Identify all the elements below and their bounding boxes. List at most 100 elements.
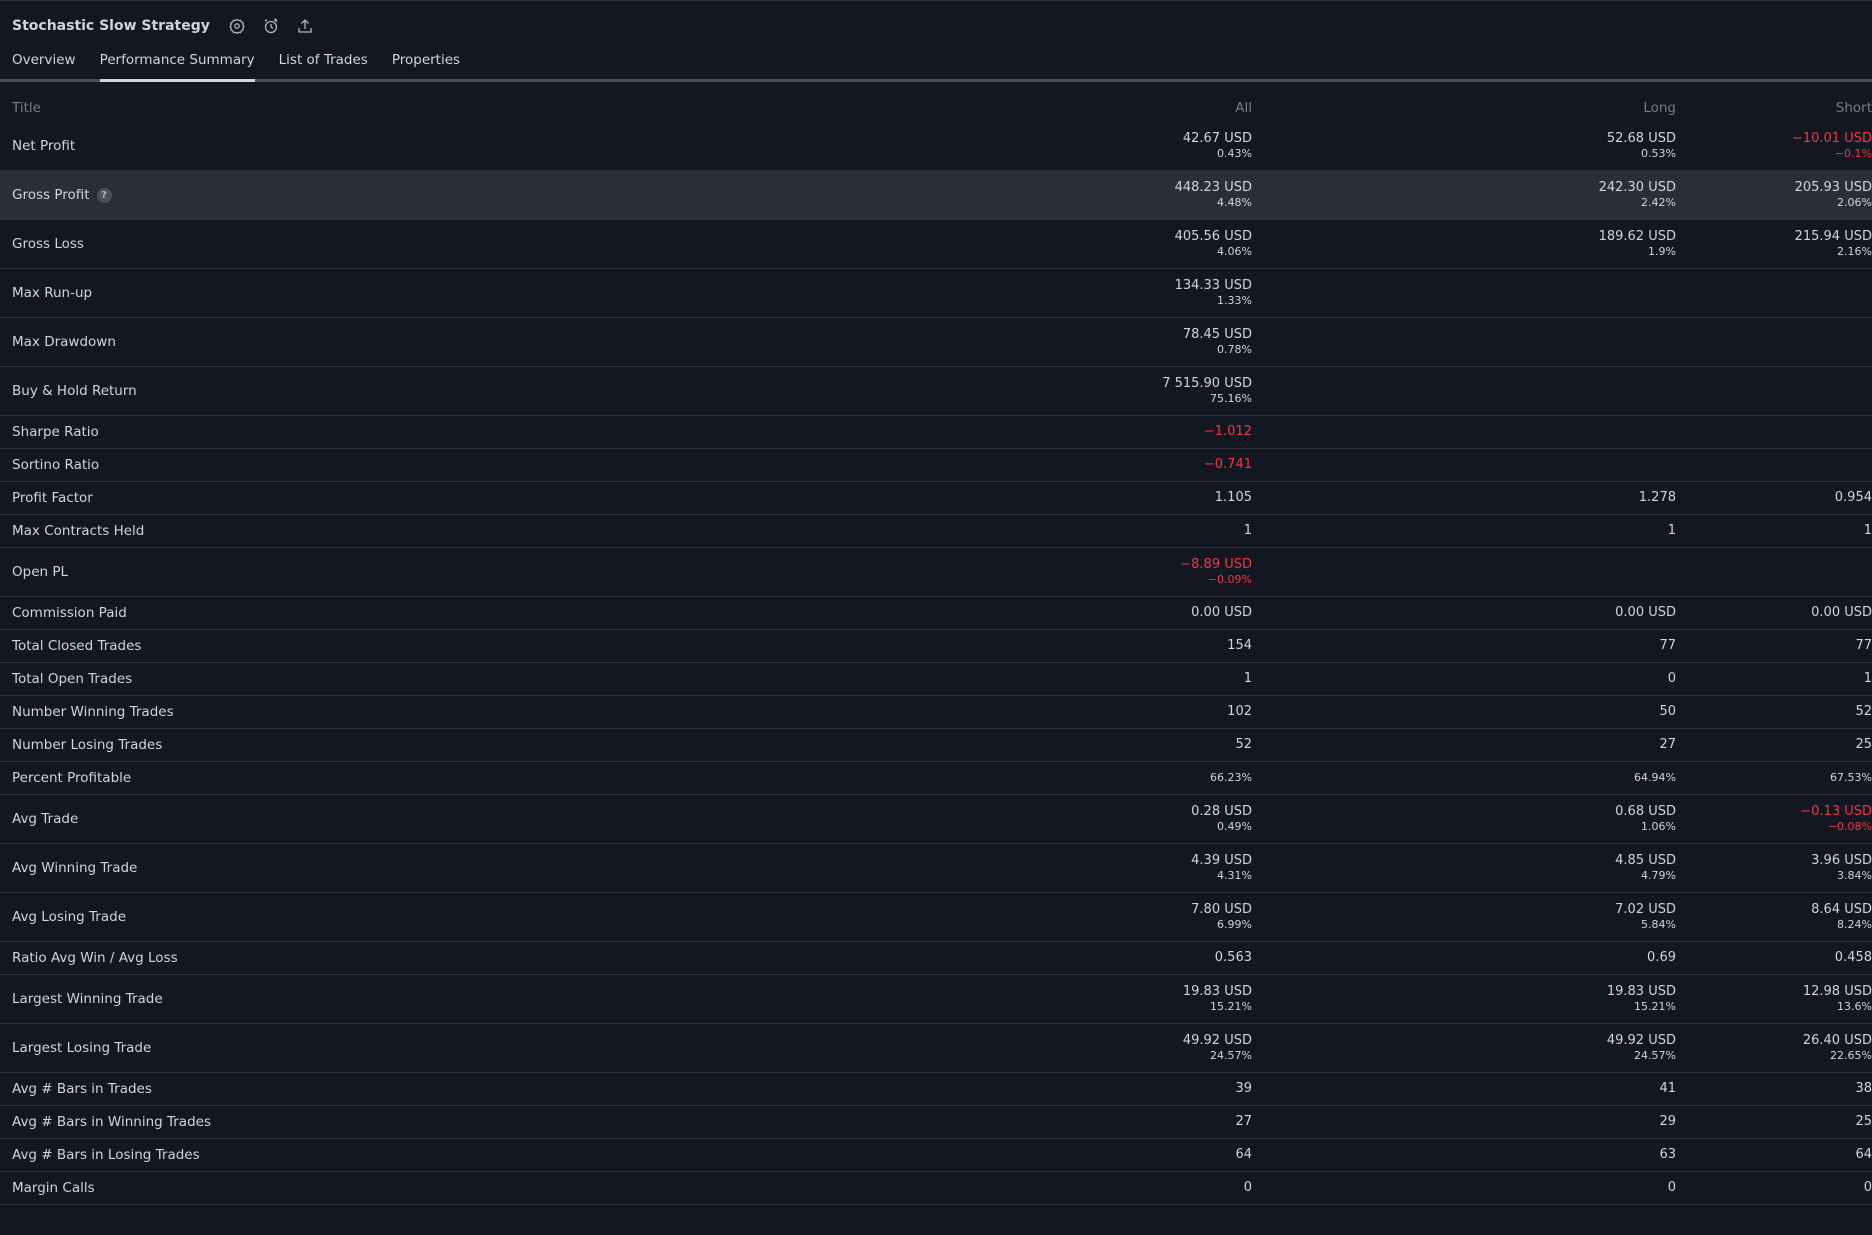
row-title-label: Number Losing Trades	[12, 737, 163, 753]
table-row[interactable]: Percent Profitable 66.23% 64.94% 67.53%	[0, 762, 1872, 795]
table-row[interactable]: Max Drawdown 78.45 USD 0.78%	[0, 318, 1872, 367]
cell-long: 41	[1252, 1081, 1676, 1097]
cell-all-percent: 15.21%	[1210, 1000, 1252, 1013]
cell-all-percent: 0.43%	[1217, 147, 1252, 160]
strategy-header: Stochastic Slow Strategy	[0, 0, 1872, 51]
row-title: Commission Paid	[12, 605, 828, 621]
cell-all: 0	[828, 1180, 1252, 1196]
cell-all-value: 7.80 USD	[1191, 902, 1252, 917]
row-title-label: Total Open Trades	[12, 671, 133, 687]
tab-performance-summary[interactable]: Performance Summary	[99, 51, 255, 82]
cell-long: 19.83 USD 15.21%	[1252, 984, 1676, 1014]
table-row[interactable]: Number Losing Trades 52 27 25	[0, 729, 1872, 762]
table-row[interactable]: Commission Paid 0.00 USD 0.00 USD 0.00 USD	[0, 597, 1872, 630]
cell-all-percent: −0.09%	[1207, 573, 1252, 586]
table-row[interactable]: Net Profit 42.67 USD 0.43% 52.68 USD 0.53% −1…	[0, 122, 1872, 171]
cell-all-percent: 4.48%	[1217, 196, 1252, 209]
cell-long: 0.69	[1252, 950, 1676, 966]
table-row[interactable]: Buy & Hold Return 7 515.90 USD 75.16%	[0, 367, 1872, 416]
row-title: Buy & Hold Return	[12, 383, 828, 399]
table-row[interactable]: Avg Winning Trade 4.39 USD 4.31% 4.85 USD 4.…	[0, 844, 1872, 893]
row-title-label: Commission Paid	[12, 605, 127, 621]
cell-short-value: −0.13 USD	[1800, 804, 1872, 819]
settings-icon[interactable]	[226, 15, 248, 37]
row-title-label: Largest Losing Trade	[12, 1040, 152, 1056]
table-header-row: Title All Long Short	[0, 94, 1872, 122]
table-row[interactable]: Largest Losing Trade 49.92 USD 24.57% 49.92…	[0, 1024, 1872, 1073]
tab-properties[interactable]: Properties	[392, 51, 460, 79]
cell-long: 189.62 USD 1.9%	[1252, 229, 1676, 259]
cell-short-value: 1	[1863, 671, 1872, 686]
table-row[interactable]: Number Winning Trades 102 50 52	[0, 696, 1872, 729]
cell-short-percent: 22.65%	[1830, 1049, 1872, 1062]
table-row[interactable]: Gross Loss 405.56 USD 4.06% 189.62 USD 1.9% 2…	[0, 220, 1872, 269]
strategy-title: Stochastic Slow Strategy	[12, 18, 210, 34]
cell-long-value: 19.83 USD	[1606, 984, 1676, 999]
row-title-label: Largest Winning Trade	[12, 991, 163, 1007]
cell-all-value: 102	[1227, 704, 1252, 719]
cell-all: 19.83 USD 15.21%	[828, 984, 1252, 1014]
table-row[interactable]: Max Contracts Held 1 1 1	[0, 515, 1872, 548]
row-title-label: Buy & Hold Return	[12, 383, 137, 399]
cell-all-value: 448.23 USD	[1174, 180, 1252, 195]
cell-all-percent: 4.06%	[1217, 245, 1252, 258]
row-title: Largest Winning Trade	[12, 991, 828, 1007]
cell-long-value: 4.85 USD	[1615, 853, 1676, 868]
tab-overview[interactable]: Overview	[12, 51, 76, 79]
table-row[interactable]: Profit Factor 1.105 1.278 0.954	[0, 482, 1872, 515]
cell-long-value: 0	[1667, 1180, 1676, 1195]
cell-all-percent: 4.31%	[1217, 869, 1252, 882]
table-row[interactable]: Largest Winning Trade 19.83 USD 15.21% 19.8…	[0, 975, 1872, 1024]
row-title-label: Avg Trade	[12, 811, 79, 827]
cell-short: 0.954	[1676, 490, 1872, 506]
row-title-label: Max Run-up	[12, 285, 93, 301]
table-row[interactable]: Avg Losing Trade 7.80 USD 6.99% 7.02 USD 5.8…	[0, 893, 1872, 942]
row-title-label: Sortino Ratio	[12, 457, 100, 473]
table-row[interactable]: Gross Profit? 448.23 USD 4.48% 242.30 USD 2.…	[0, 171, 1872, 220]
table-row[interactable]: Avg Trade 0.28 USD 0.49% 0.68 USD 1.06% −0.13…	[0, 795, 1872, 844]
table-row[interactable]: Open PL −8.89 USD −0.09%	[0, 548, 1872, 597]
table-row[interactable]: Sharpe Ratio −1.012	[0, 416, 1872, 449]
cell-all-value: 134.33 USD	[1174, 278, 1252, 293]
table-row[interactable]: Avg # Bars in Winning Trades 27 29 25	[0, 1106, 1872, 1139]
table-row[interactable]: Total Closed Trades 154 77 77	[0, 630, 1872, 663]
cell-short: 25	[1676, 737, 1872, 753]
cell-all: 27	[828, 1114, 1252, 1130]
export-icon[interactable]	[294, 15, 316, 37]
cell-all-value: −1.012	[1203, 424, 1252, 439]
help-icon[interactable]: ?	[96, 187, 112, 203]
cell-all-percent: 75.16%	[1210, 392, 1252, 405]
cell-all-value: 78.45 USD	[1182, 327, 1252, 342]
row-title-label: Percent Profitable	[12, 770, 132, 786]
cell-short-value: 52	[1855, 704, 1872, 719]
cell-long: 63	[1252, 1147, 1676, 1163]
alert-icon[interactable]	[260, 15, 282, 37]
table-row[interactable]: Max Run-up 134.33 USD 1.33%	[0, 269, 1872, 318]
cell-long-value: 63	[1659, 1147, 1676, 1162]
row-title: Avg Trade	[12, 811, 828, 827]
table-row[interactable]: Avg # Bars in Losing Trades 64 63 64	[0, 1139, 1872, 1172]
cell-all-value: 1	[1243, 671, 1252, 686]
cell-all: 42.67 USD 0.43%	[828, 131, 1252, 161]
cell-short-value: 0.954	[1834, 490, 1872, 505]
cell-short-percent: 2.16%	[1837, 245, 1872, 258]
column-header-short: Short	[1835, 100, 1872, 116]
table-row[interactable]: Avg # Bars in Trades 39 41 38	[0, 1073, 1872, 1106]
tab-list-of-trades[interactable]: List of Trades	[279, 51, 368, 79]
cell-all: 0.28 USD 0.49%	[828, 804, 1252, 834]
table-row[interactable]: Sortino Ratio −0.741	[0, 449, 1872, 482]
cell-long: 1	[1252, 523, 1676, 539]
table-row[interactable]: Margin Calls 0 0 0	[0, 1172, 1872, 1205]
cell-all: 0.00 USD	[828, 605, 1252, 621]
cell-long: 64.94%	[1252, 770, 1676, 786]
cell-all: 134.33 USD 1.33%	[828, 278, 1252, 308]
cell-all-percent: 1.33%	[1217, 294, 1252, 307]
table-row[interactable]: Total Open Trades 1 0 1	[0, 663, 1872, 696]
cell-long-percent: 5.84%	[1641, 918, 1676, 931]
table-row[interactable]: Ratio Avg Win / Avg Loss 0.563 0.69 0.458	[0, 942, 1872, 975]
cell-long-value: 242.30 USD	[1598, 180, 1676, 195]
cell-short: 0.00 USD	[1676, 605, 1872, 621]
cell-all: 1.105	[828, 490, 1252, 506]
row-title-label: Avg # Bars in Trades	[12, 1081, 152, 1097]
cell-all-value: 42.67 USD	[1182, 131, 1252, 146]
